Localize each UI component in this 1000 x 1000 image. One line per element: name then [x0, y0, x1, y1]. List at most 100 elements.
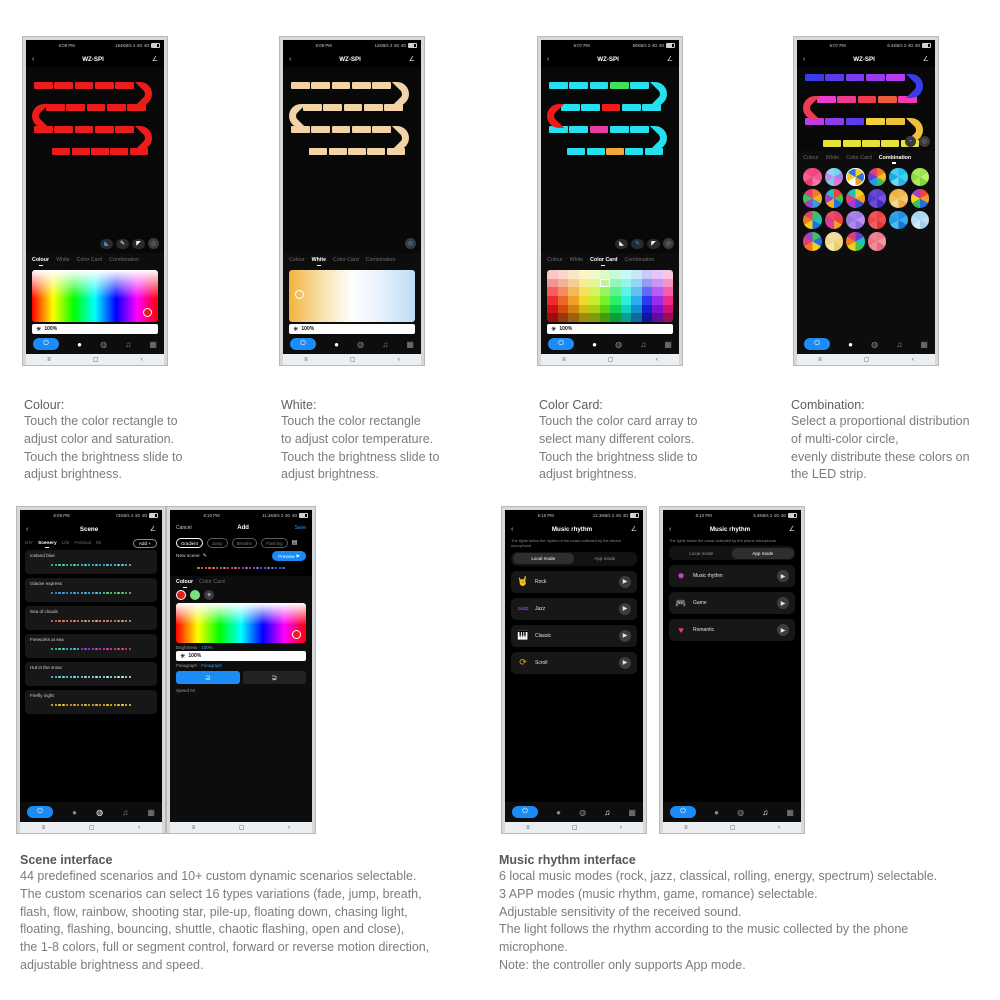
led-segment[interactable] — [367, 147, 386, 156]
eraser-icon[interactable]: ◤ — [647, 238, 660, 249]
tab-color-card[interactable]: Color Card — [590, 257, 618, 266]
color-picker-handle[interactable] — [295, 290, 304, 299]
pencil-icon[interactable]: ∠ — [631, 526, 637, 533]
combination-wheel[interactable] — [846, 210, 865, 229]
power-button[interactable]: ⏻ — [512, 806, 538, 818]
switch-local-mode[interactable]: Local mode — [512, 553, 574, 565]
color-card-swatch[interactable] — [557, 270, 568, 279]
palette-icon[interactable]: ◍ — [615, 340, 622, 349]
home-icon[interactable]: ▢ — [350, 356, 356, 363]
home-icon[interactable]: ▢ — [608, 356, 614, 363]
power-button[interactable]: ⏻ — [33, 338, 59, 350]
chip-diy[interactable]: DIY — [25, 541, 33, 546]
led-segment[interactable] — [581, 103, 601, 112]
scene-item[interactable]: Iceland blue — [25, 550, 157, 574]
menu-icon[interactable]: ≡ — [684, 825, 688, 831]
palette-icon[interactable]: ◍ — [357, 340, 364, 349]
led-segment[interactable] — [343, 103, 363, 112]
color-card-swatch[interactable] — [662, 287, 673, 296]
combination-wheel[interactable] — [846, 167, 865, 186]
color-card-swatch[interactable] — [568, 270, 579, 279]
palette-icon[interactable]: ◎ — [919, 135, 930, 147]
color-card-swatch[interactable] — [641, 313, 652, 322]
bulb-icon[interactable]: ● — [77, 340, 82, 349]
power-button[interactable]: ⏻ — [548, 338, 574, 350]
led-segment[interactable] — [609, 81, 629, 90]
color-card-swatch[interactable] — [662, 313, 673, 322]
color-picker-handle[interactable] — [292, 630, 301, 639]
color-card-swatch[interactable] — [599, 313, 610, 322]
grid-icon[interactable]: ▦ — [786, 808, 794, 817]
menu-icon[interactable]: ≡ — [818, 357, 822, 363]
brightness-slider[interactable]: ☀ 100% — [32, 324, 158, 334]
scene-item[interactable]: Hut in the snow — [25, 662, 157, 686]
led-segment[interactable] — [331, 81, 351, 90]
back-icon[interactable]: ‹ — [141, 357, 143, 363]
combination-wheel[interactable] — [867, 167, 886, 186]
color-card-swatch[interactable] — [599, 295, 610, 305]
led-segment[interactable] — [371, 81, 391, 90]
led-segment[interactable] — [34, 81, 54, 90]
color-card-swatch[interactable] — [547, 304, 558, 314]
combination-wheel[interactable] — [824, 232, 843, 251]
pencil-icon[interactable]: ✎ — [203, 553, 207, 559]
color-card-swatch[interactable] — [599, 278, 610, 288]
color-card-swatch[interactable] — [641, 278, 652, 288]
list-icon[interactable]: ▤ — [292, 540, 298, 546]
power-button[interactable]: ⏻ — [804, 338, 830, 350]
color-card-swatch[interactable] — [589, 278, 600, 288]
brush-icon[interactable]: ✎ — [631, 238, 644, 249]
scene-item[interactable]: Glacier express — [25, 578, 157, 602]
led-segment[interactable] — [823, 139, 842, 148]
combination-wheel[interactable] — [910, 189, 929, 208]
music-icon[interactable]: ♫ — [604, 808, 610, 817]
palette-icon[interactable]: ◎ — [148, 238, 159, 249]
led-strip-row[interactable] — [46, 103, 146, 112]
combination-wheel[interactable] — [803, 189, 822, 208]
tab-combination[interactable]: Combination — [879, 155, 911, 164]
color-card-swatch[interactable] — [662, 304, 673, 314]
led-segment[interactable] — [328, 147, 347, 156]
color-card-swatch[interactable] — [620, 295, 631, 305]
led-segment[interactable] — [74, 81, 94, 90]
color-card-swatch[interactable] — [662, 278, 673, 288]
bulb-icon[interactable]: ● — [714, 808, 719, 817]
color-card-swatch[interactable] — [547, 295, 558, 305]
color-card-swatch[interactable] — [620, 313, 631, 322]
pencil-icon[interactable]: ∠ — [789, 526, 795, 533]
led-strip-row[interactable] — [805, 73, 905, 82]
led-segment[interactable] — [351, 81, 371, 90]
subtab-color-card[interactable]: Color Card — [199, 579, 225, 585]
menu-icon[interactable]: ≡ — [304, 357, 308, 363]
music-mode-row[interactable]: ✹ Music rhythm ▶ — [669, 565, 795, 588]
music-mode-row[interactable]: 🤘 Rock ▶ — [511, 570, 637, 593]
led-segment[interactable] — [861, 139, 881, 148]
led-segment[interactable] — [586, 147, 605, 156]
menu-icon[interactable]: ≡ — [42, 825, 46, 831]
led-segment[interactable] — [54, 81, 74, 90]
save-button[interactable]: Save — [295, 525, 306, 531]
tab-color-card[interactable]: Color Card — [77, 257, 103, 263]
combination-wheel[interactable] — [910, 210, 929, 229]
led-segment[interactable] — [46, 103, 66, 112]
led-strip-row[interactable] — [309, 147, 405, 156]
bulb-icon[interactable]: ● — [72, 808, 77, 817]
led-strip-row[interactable] — [805, 117, 905, 126]
color-card-swatch[interactable] — [631, 313, 642, 322]
color-picker-handle[interactable] — [143, 308, 152, 317]
tab-white[interactable]: White — [312, 257, 326, 266]
led-segment[interactable] — [825, 73, 845, 82]
tab-white[interactable]: White — [56, 257, 70, 263]
grid-icon[interactable]: ▦ — [149, 340, 157, 349]
scene-item[interactable]: Firefly night — [25, 690, 157, 714]
music-icon[interactable]: ♫ — [896, 340, 902, 349]
combination-wheel[interactable] — [867, 232, 886, 251]
back-icon[interactable]: ‹ — [912, 357, 914, 363]
music-mode-list[interactable]: 🤘 Rock ▶ JAZZ Jazz ▶ 🎹 Classic ▶ ⟳ Scroll ▶ — [505, 570, 643, 802]
color-card-swatch[interactable] — [568, 287, 579, 296]
led-strip-preview[interactable]: ◣ ✎ ◤ ◎ — [26, 67, 164, 253]
combination-wheel[interactable] — [846, 232, 865, 251]
color-card-swatch[interactable] — [652, 287, 663, 296]
tab-color-card[interactable]: Color Card — [333, 257, 359, 263]
led-segment[interactable] — [865, 117, 885, 126]
